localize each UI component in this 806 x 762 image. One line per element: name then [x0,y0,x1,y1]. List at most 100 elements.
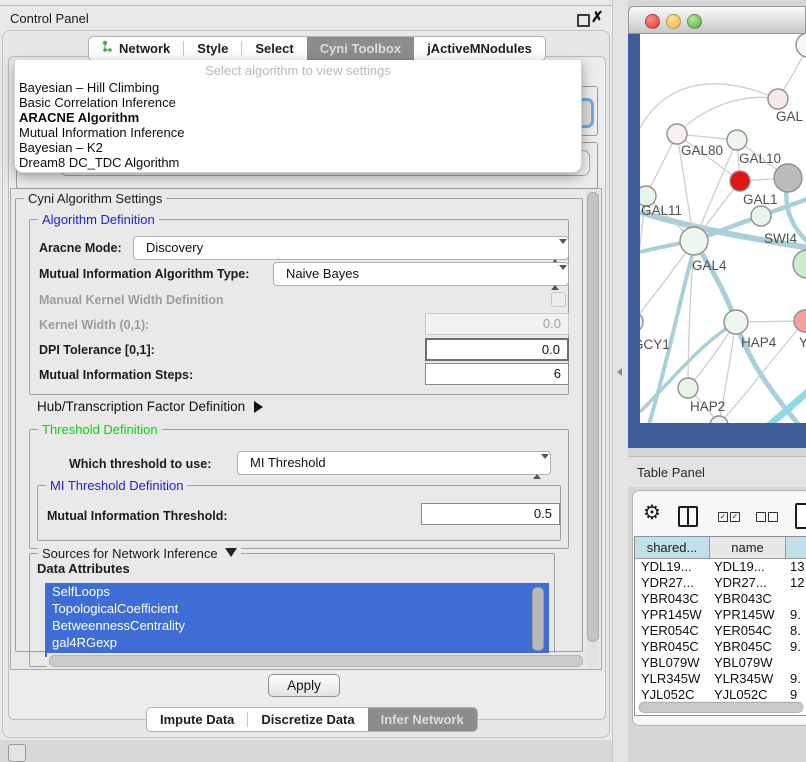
tab-select[interactable]: Select [242,37,306,60]
mi-steps-field[interactable]: 6 [425,363,569,385]
node-label: HAP2 [690,399,725,414]
table-cell: YJL052C [710,687,786,699]
dpi-tolerance-label: DPI Tolerance [0,1]: [39,343,155,357]
gear-icon[interactable]: ⚙ [643,502,661,524]
node-label: GAL1 [743,192,778,207]
spinner-arrows-icon [533,456,542,478]
sources-toggle[interactable]: Sources for Network Inference [38,546,241,561]
table-row[interactable]: YLR345WYLR345W9. [635,671,806,687]
algorithm-option-dream8-dc-tdc-algorithm[interactable]: Dream8 DC_TDC Algorithm [15,155,581,170]
table-row[interactable]: YBL079WYBL079W [635,655,806,671]
network-node[interactable] [774,164,802,192]
checked-checkbox-icon[interactable]: ✓ [730,512,740,522]
minimize-traffic-light-icon[interactable] [666,14,681,29]
list-scrollbar[interactable] [532,587,544,651]
network-node-swi4[interactable] [751,206,771,226]
splitter-handle-icon[interactable] [617,368,622,376]
manual-kernel-checkbox[interactable] [551,292,566,307]
mi-threshold-field[interactable]: 0.5 [421,503,560,525]
dpi-tolerance-field[interactable]: 0.0 [425,338,569,361]
column-header-name[interactable]: name [710,537,786,559]
network-node-gal80[interactable] [667,124,687,144]
kernel-width-field[interactable]: 0.0 [425,313,569,335]
table-row[interactable]: YBR043CYBR043C [635,591,806,607]
data-attributes-label: Data Attributes [37,561,130,576]
aracne-mode-label: Aracne Mode: [39,241,122,255]
float-window-icon[interactable] [577,14,590,27]
hub-definition-label: Hub/Transcription Factor Definition [37,399,245,414]
vertical-scrollbar[interactable] [586,190,599,667]
apply-button[interactable]: Apply [268,674,340,697]
tab-label: jActiveMNodules [427,37,532,60]
manual-kernel-label: Manual Kernel Width Definition [39,293,224,307]
table-cell [786,591,806,607]
network-node-hap4[interactable] [724,310,748,334]
network-node-y[interactable] [794,310,806,332]
tab-cyni-toolbox[interactable]: Cyni Toolbox [307,37,414,60]
tab-style[interactable]: Style [184,37,241,60]
hub-definition-toggle[interactable]: Hub/Transcription Factor Definition [37,399,263,414]
mi-threshold-label: Mutual Information Threshold: [47,509,228,523]
table-row[interactable]: YDL19...YDL19...13 [635,559,806,575]
network-node[interactable] [796,34,806,57]
network-window-titlebar[interactable] [628,6,806,34]
network-node-gal10[interactable] [727,130,747,150]
tab-impute-data[interactable]: Impute Data [147,708,247,731]
unchecked-checkbox-icon[interactable] [756,512,766,522]
panel-splitter[interactable] [612,0,629,762]
horizontal-scrollbar[interactable] [47,653,585,667]
table-horizontal-scrollbar[interactable] [638,701,804,712]
mi-type-select[interactable]: Naive Bayes [273,262,569,286]
network-node-hap2[interactable] [678,378,698,398]
close-traffic-light-icon[interactable] [645,14,660,29]
tab-jactivemnodules[interactable]: jActiveMNodules [414,37,545,60]
network-edge[interactable] [677,97,778,134]
network-node-gal1[interactable] [730,171,750,191]
table-cell: YER054C [710,623,786,639]
which-threshold-select[interactable]: MI Threshold [237,451,551,475]
columns-icon[interactable] [678,506,698,527]
minimized-panel-icon[interactable] [8,744,26,762]
table-cell: YDR27... [635,575,710,591]
algorithm-option-mutual-information-inference[interactable]: Mutual Information Inference [15,125,581,140]
network-canvas[interactable]: GALGAL80GAL10GAL1GAL11SWI4GAL4GCY1HAP4YH… [640,34,806,423]
table-row[interactable]: YJL052CYJL052C9 [635,687,806,699]
algorithm-option-bayesian-hill-climbing[interactable]: Bayesian – Hill Climbing [15,80,581,95]
tab-network[interactable]: Network [89,37,183,60]
table-row[interactable]: YBR045CYBR045C9. [635,639,806,655]
attribute-item-gal4rgexp[interactable]: gal4RGexp [45,634,549,651]
algorithm-option-bayesian-k2[interactable]: Bayesian – K2 [15,140,581,155]
table-row[interactable]: YDR27...YDR27...12 [635,575,806,591]
unchecked-checkbox-icon[interactable] [768,512,778,522]
algorithm-option-aracne-algorithm[interactable]: ARACNE Algorithm [15,110,581,125]
table-cell: YBR043C [710,591,786,607]
table-row[interactable]: YER054CYER054C8. [635,623,806,639]
attribute-item-selfloops[interactable]: SelfLoops [45,583,549,600]
tab-discretize-data[interactable]: Discretize Data [248,708,367,731]
table-header-row: shared...name [635,537,806,559]
attribute-item-topologicalcoefficient[interactable]: TopologicalCoefficient [45,600,549,617]
divider-line [0,5,612,6]
network-node-gcy1[interactable] [640,312,643,332]
network-node[interactable] [793,250,806,278]
document-icon[interactable] [795,503,806,529]
column-header[interactable] [786,537,806,559]
table-row[interactable]: YPR145WYPR145W9. [635,607,806,623]
network-node-gal[interactable] [768,89,788,109]
zoom-traffic-light-icon[interactable] [687,14,702,29]
table-toolbar: ⚙ ✓ ✓ [632,500,806,534]
attribute-item-betweennesscentrality[interactable]: BetweennessCentrality [45,617,549,634]
column-header-shared-[interactable]: shared... [635,537,710,559]
node-label: HAP4 [741,335,777,350]
node-attribute-table[interactable]: shared...name YDL19...YDL19...13YDR27...… [634,536,806,716]
data-attributes-list[interactable]: SelfLoopsTopologicalCoefficientBetweenne… [45,583,549,657]
close-icon[interactable]: ✗ [591,8,604,26]
checked-checkbox-icon[interactable]: ✓ [718,512,728,522]
network-node-gal4[interactable] [680,227,708,255]
algorithm-option-basic-correlation-inference[interactable]: Basic Correlation Inference [15,95,581,110]
tab-infer-network[interactable]: Infer Network [368,708,477,731]
network-edge[interactable] [640,84,778,128]
aracne-mode-select[interactable]: Discovery [133,236,569,260]
table-cell: 8. [786,623,806,639]
tab-label: Network [119,37,170,60]
